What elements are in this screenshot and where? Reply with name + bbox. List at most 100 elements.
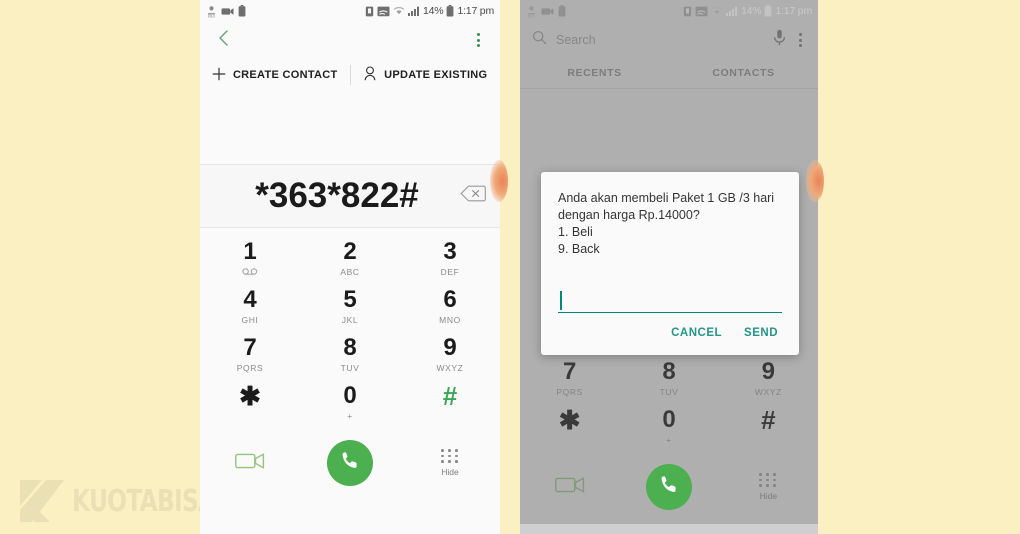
contact-action-row: CREATE CONTACT UPDATE EXISTING [200,58,500,92]
phone-screen-right: KB/s 14% 1:17 pm Search RECENTS CONTACTS… [520,0,818,534]
key-4[interactable]: 4 GHI [200,282,300,330]
key-9-digit: 9 [761,357,775,385]
key-1[interactable]: 1 [200,234,300,282]
key-0-plus: + [666,434,672,445]
dialed-number-text: *363*822# [255,176,419,215]
text-caret [560,291,562,310]
keypad-dots-icon [759,473,777,487]
status-bar-right-cluster: 14% 1:17 pm [365,5,494,17]
data-rate-icon: KB/s [206,5,217,18]
screen-cast-icon [695,6,708,17]
hide-keypad-label: Hide [759,490,778,501]
battery-icon [764,5,772,17]
svg-text:KB/s: KB/s [208,14,216,17]
keypad-row: ✱ 0 + # [520,402,818,450]
status-bar-right: KB/s 14% 1:17 pm [520,0,818,22]
voicemail-icon [242,267,258,277]
key-8[interactable]: 8 TUV [619,354,718,402]
key-2[interactable]: 2 ABC [300,234,400,282]
backspace-icon[interactable] [460,185,486,207]
key-8-letters: TUV [659,386,679,397]
dialer-keypad-dimmed[interactable]: 7 PQRS 8 TUV 9 WXYZ ✱ 0 + # [520,354,818,450]
key-9-letters: WXYZ [436,362,464,373]
key-3[interactable]: 3 DEF [400,234,500,282]
video-recorder-icon [541,6,554,17]
back-chevron-icon[interactable] [216,29,232,52]
key-9[interactable]: 9 WXYZ [719,354,818,402]
cancel-button[interactable]: CANCEL [671,327,722,339]
update-existing-button[interactable]: UPDATE EXISTING [351,58,501,92]
kebab-menu-icon[interactable] [473,29,484,51]
ussd-reply-input[interactable] [558,288,782,313]
search-icon [532,30,547,50]
search-bar[interactable]: Search [520,22,818,58]
dialer-tabs: RECENTS CONTACTS [520,58,818,89]
battery-icon [446,5,454,17]
keypad-row: 7 PQRS 8 TUV 9 WXYZ [200,330,500,378]
create-contact-label: CREATE CONTACT [232,69,338,81]
update-existing-label: UPDATE EXISTING [384,69,488,81]
dialer-bottom-bar: Hide [200,426,500,500]
microphone-icon[interactable] [773,29,786,51]
blank-spacer-area [200,92,500,164]
search-input[interactable]: Search [556,33,764,47]
hide-keypad-button[interactable]: Hide [719,473,818,501]
hide-keypad-button[interactable]: Hide [400,449,500,477]
tab-contacts[interactable]: CONTACTS [669,67,818,79]
clock-label: 1:17 pm [775,5,812,17]
video-call-button[interactable] [200,451,300,476]
call-button-cell [619,464,718,510]
key-2-digit: 2 [343,237,357,265]
key-2-letters: ABC [340,266,360,277]
key-0[interactable]: 0 + [300,378,400,426]
battery-saver-icon [238,5,246,17]
dialer-keypad[interactable]: 1 2 ABC 3 DEF 4 GHI 5 JKL 6 MNO 7 PQRS 8… [200,228,500,426]
key-9[interactable]: 9 WXYZ [400,330,500,378]
screenshot-canvas: KUOTABISA.COM KB/s 14% 1:17 pm CREATE CO… [0,0,1020,534]
plus-icon [212,67,226,84]
key-7-letters: PQRS [556,386,583,397]
key-0-plus: + [347,410,353,421]
key-7[interactable]: 7 PQRS [520,354,619,402]
call-button[interactable] [645,464,692,510]
key-0-digit: 0 [662,405,676,433]
dialog-action-row: CANCEL SEND [558,313,782,347]
key-8[interactable]: 8 TUV [300,330,400,378]
video-call-button[interactable] [520,475,619,500]
key-0[interactable]: 0 + [619,402,718,450]
key-hash[interactable]: # [400,378,500,426]
key-6-digit: 6 [443,285,457,313]
alarm-icon [683,6,692,17]
signal-bars-icon [408,6,420,16]
k-logo-icon [16,476,68,526]
keypad-row: 4 GHI 5 JKL 6 MNO [200,282,500,330]
kebab-menu-icon[interactable] [795,29,806,51]
alarm-icon [365,6,374,17]
dialer-bottom-bar: Hide [520,450,818,524]
key-8-digit: 8 [343,333,357,361]
phone-screen-left: KB/s 14% 1:17 pm CREATE CONTACT UPDATE E… [200,0,500,534]
key-star[interactable]: ✱ [200,378,300,426]
send-button[interactable]: SEND [744,327,778,339]
key-8-digit: 8 [662,357,676,385]
key-star[interactable]: ✱ [520,402,619,450]
clock-label: 1:17 pm [457,5,494,17]
tab-recents[interactable]: RECENTS [520,67,669,79]
dialed-number-field[interactable]: *363*822# [200,164,500,228]
key-6[interactable]: 6 MNO [400,282,500,330]
hide-keypad-label: Hide [441,466,459,477]
ussd-message: Anda akan membeli Paket 1 GB /3 hari den… [558,191,775,256]
key-7[interactable]: 7 PQRS [200,330,300,378]
keypad-row: 7 PQRS 8 TUV 9 WXYZ [520,354,818,402]
call-handset-icon [338,449,362,478]
keypad-row: 1 2 ABC 3 DEF [200,234,500,282]
key-hash[interactable]: # [719,402,818,450]
key-4-digit: 4 [243,285,257,313]
key-4-letters: GHI [241,314,259,325]
key-3-letters: DEF [440,266,460,277]
keypad-row: ✱ 0 + # [200,378,500,426]
create-contact-button[interactable]: CREATE CONTACT [200,58,350,92]
call-button[interactable] [327,440,373,486]
signal-bars-icon [726,6,738,16]
key-5[interactable]: 5 JKL [300,282,400,330]
